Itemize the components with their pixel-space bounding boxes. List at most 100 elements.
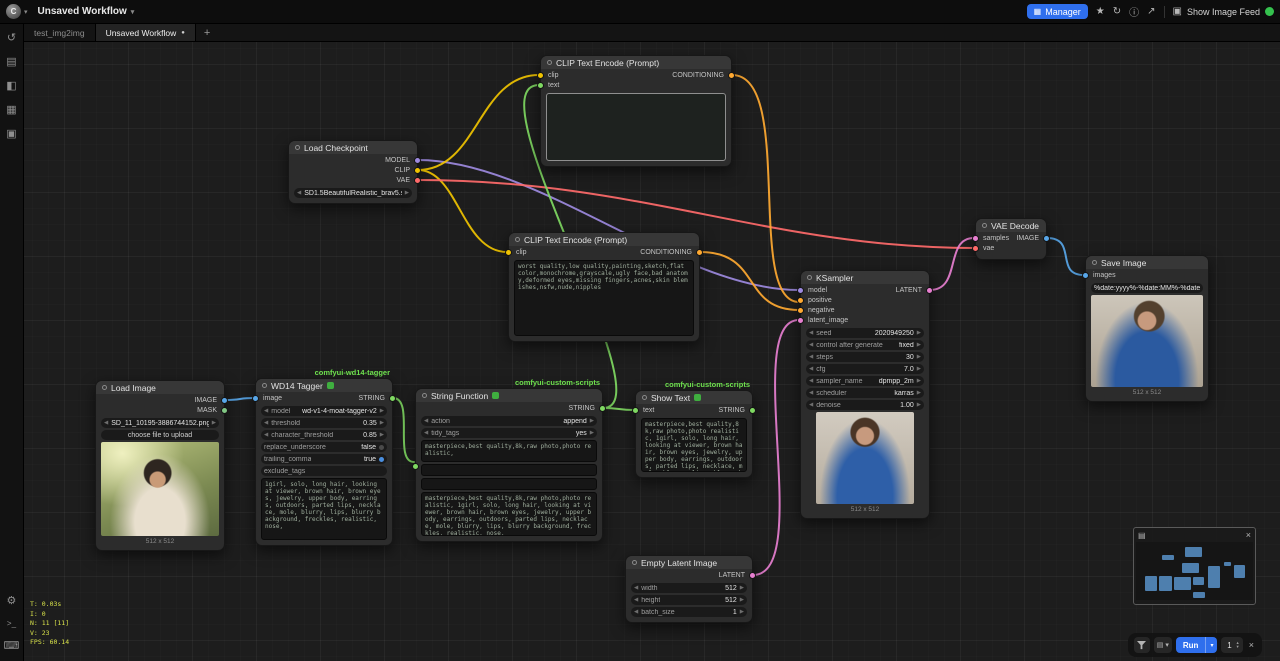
share-icon[interactable]: ↗ bbox=[1147, 6, 1155, 17]
node-string-function[interactable]: comfyui-custom-scriptsString FunctionSTR… bbox=[415, 388, 603, 542]
combo-widget-threshold[interactable]: ◀threshold0.35▶ bbox=[261, 418, 387, 428]
tab-test-img2img[interactable]: test_img2img bbox=[24, 24, 96, 41]
combo-right-arrow-icon[interactable]: ▶ bbox=[380, 408, 384, 414]
minimap-panel[interactable]: ▤ × bbox=[1133, 527, 1256, 605]
node-save-image[interactable]: Save Imageimages%date:yyyy%-%date:MM%-%d… bbox=[1085, 255, 1209, 402]
combo-right-arrow-icon[interactable]: ▶ bbox=[917, 330, 921, 336]
collapse-dot-icon[interactable] bbox=[632, 560, 637, 565]
manager-button[interactable]: ▦ Manager bbox=[1027, 4, 1088, 19]
queue-mode-dropdown[interactable]: ▤ ▾ bbox=[1154, 637, 1172, 653]
input-connection-dot[interactable] bbox=[505, 249, 512, 256]
collapse-dot-icon[interactable] bbox=[1092, 260, 1097, 265]
output-connection-dot[interactable] bbox=[221, 397, 228, 404]
collapse-dot-icon[interactable] bbox=[515, 237, 520, 242]
input-connection-dot[interactable] bbox=[972, 245, 979, 252]
node-clip-encode-negative[interactable]: CLIP Text Encode (Prompt)clipCONDITIONIN… bbox=[508, 232, 700, 342]
text-widget[interactable]: 1girl, solo, long hair, looking at viewe… bbox=[261, 478, 387, 540]
history-icon[interactable]: ↺ bbox=[7, 33, 16, 44]
combo-right-arrow-icon[interactable]: ▶ bbox=[917, 378, 921, 384]
star-icon[interactable]: ★ bbox=[1096, 6, 1105, 17]
combo-widget-action[interactable]: ◀actionappend▶ bbox=[421, 416, 597, 426]
output-connection-dot[interactable] bbox=[1043, 235, 1050, 242]
combo-widget-scheduler[interactable]: ◀schedulerkarras▶ bbox=[806, 388, 924, 398]
run-button[interactable]: Run ▾ bbox=[1176, 637, 1218, 653]
workflow-title-menu[interactable]: Unsaved Workflow ▾ bbox=[38, 6, 135, 17]
combo-widget-cfg[interactable]: ◀cfg7.0▶ bbox=[806, 364, 924, 374]
info-icon[interactable]: ⓘ bbox=[1129, 4, 1139, 19]
tab-unsaved-workflow[interactable]: Unsaved Workflow ● bbox=[96, 24, 196, 41]
terminal-icon[interactable]: >_ bbox=[7, 620, 16, 628]
upload-button[interactable]: choose file to upload bbox=[101, 430, 219, 440]
minimap-close-icon[interactable]: × bbox=[1246, 530, 1251, 540]
text-widget[interactable]: masterpiece,best quality,8k,raw photo,ph… bbox=[421, 440, 597, 462]
comfyui-logo-menu[interactable]: C ▾ bbox=[6, 4, 28, 19]
output-connection-dot[interactable] bbox=[414, 167, 421, 174]
combo-left-arrow-icon[interactable]: ◀ bbox=[809, 378, 813, 384]
input-connection-dot[interactable] bbox=[797, 307, 804, 314]
node-title-bar[interactable]: WD14 Tagger bbox=[256, 379, 392, 392]
node-ksampler[interactable]: KSamplermodelLATENTpositivenegativelaten… bbox=[800, 270, 930, 519]
combo-widget-steps[interactable]: ◀steps30▶ bbox=[806, 352, 924, 362]
combo-left-arrow-icon[interactable]: ◀ bbox=[264, 432, 268, 438]
output-connection-dot[interactable] bbox=[414, 157, 421, 164]
combo-left-arrow-icon[interactable]: ◀ bbox=[809, 342, 813, 348]
toggle-widget-replace-underscore[interactable]: replace_underscorefalse bbox=[261, 442, 387, 452]
combo-right-arrow-icon[interactable]: ▶ bbox=[380, 432, 384, 438]
node-title-bar[interactable]: Show Text bbox=[636, 391, 752, 404]
output-connection-dot[interactable] bbox=[599, 405, 606, 412]
input-connection-dot[interactable] bbox=[797, 317, 804, 324]
node-show-text[interactable]: comfyui-custom-scriptsShow TexttextSTRIN… bbox=[635, 390, 753, 478]
combo-right-arrow-icon[interactable]: ▶ bbox=[917, 342, 921, 348]
collapse-dot-icon[interactable] bbox=[295, 145, 300, 150]
combo-right-arrow-icon[interactable]: ▶ bbox=[917, 402, 921, 408]
input-connection-dot[interactable] bbox=[632, 407, 639, 414]
combo-right-arrow-icon[interactable]: ▶ bbox=[212, 420, 216, 426]
text-widget[interactable]: masterpiece,best quality,8k,raw photo,ph… bbox=[421, 492, 597, 536]
input-connection-dot[interactable] bbox=[412, 463, 419, 470]
node-title-bar[interactable]: VAE Decode bbox=[976, 219, 1046, 232]
output-connection-dot[interactable] bbox=[749, 572, 756, 579]
combo-widget-control-after-generate[interactable]: ◀control after generatefixed▶ bbox=[806, 340, 924, 350]
combo-left-arrow-icon[interactable]: ◀ bbox=[104, 420, 108, 426]
combo-left-arrow-icon[interactable]: ◀ bbox=[809, 402, 813, 408]
model-library-icon[interactable]: ▦ bbox=[6, 105, 16, 116]
keyboard-shortcuts-icon[interactable]: ⌨ bbox=[4, 641, 20, 652]
combo-right-arrow-icon[interactable]: ▶ bbox=[917, 390, 921, 396]
combo-right-arrow-icon[interactable]: ▶ bbox=[590, 430, 594, 436]
input-connection-dot[interactable] bbox=[537, 72, 544, 79]
collapse-dot-icon[interactable] bbox=[422, 393, 427, 398]
input-connection-dot[interactable] bbox=[972, 235, 979, 242]
combo-left-arrow-icon[interactable]: ◀ bbox=[264, 408, 268, 414]
input-connection-dot[interactable] bbox=[797, 287, 804, 294]
update-icon[interactable]: ↻ bbox=[1113, 6, 1121, 17]
combo-left-arrow-icon[interactable]: ◀ bbox=[634, 597, 638, 603]
node-load-checkpoint[interactable]: Load CheckpointMODELCLIPVAE◀SD1.5Beautif… bbox=[288, 140, 418, 204]
node-title-bar[interactable]: Empty Latent Image bbox=[626, 556, 752, 569]
toggle-widget-trailing-comma[interactable]: trailing_commatrue bbox=[261, 454, 387, 464]
input-connection-dot[interactable] bbox=[1082, 272, 1089, 279]
combo-widget-model[interactable]: ◀modelwd-v1-4-moat-tagger-v2▶ bbox=[261, 406, 387, 416]
collapse-dot-icon[interactable] bbox=[982, 223, 987, 228]
combo-right-arrow-icon[interactable]: ▶ bbox=[740, 585, 744, 591]
new-tab-button[interactable]: + bbox=[196, 24, 218, 41]
show-image-feed-toggle[interactable]: ▣ Show Image Feed bbox=[1173, 6, 1275, 17]
combo-left-arrow-icon[interactable]: ◀ bbox=[809, 390, 813, 396]
combo-right-arrow-icon[interactable]: ▶ bbox=[590, 418, 594, 424]
input-connection-dot[interactable] bbox=[797, 297, 804, 304]
combo-right-arrow-icon[interactable]: ▶ bbox=[740, 597, 744, 603]
combo-widget-height[interactable]: ◀height512▶ bbox=[631, 595, 747, 605]
combo-widget-tidy-tags[interactable]: ◀tidy_tagsyes▶ bbox=[421, 428, 597, 438]
output-connection-dot[interactable] bbox=[728, 72, 735, 79]
node-vae-decode[interactable]: VAE DecodesamplesIMAGEvae bbox=[975, 218, 1047, 260]
combo-left-arrow-icon[interactable]: ◀ bbox=[809, 354, 813, 360]
output-connection-dot[interactable] bbox=[414, 177, 421, 184]
collapse-dot-icon[interactable] bbox=[547, 60, 552, 65]
combo-right-arrow-icon[interactable]: ▶ bbox=[917, 366, 921, 372]
node-load-image[interactable]: Load ImageIMAGEMASK◀SD_11_10195-38867441… bbox=[95, 380, 225, 551]
collapse-dot-icon[interactable] bbox=[102, 385, 107, 390]
combo-left-arrow-icon[interactable]: ◀ bbox=[634, 609, 638, 615]
node-title-bar[interactable]: Save Image bbox=[1086, 256, 1208, 269]
combo-widget-character-threshold[interactable]: ◀character_threshold0.85▶ bbox=[261, 430, 387, 440]
combo-left-arrow-icon[interactable]: ◀ bbox=[424, 418, 428, 424]
input-connection-dot[interactable] bbox=[252, 395, 259, 402]
